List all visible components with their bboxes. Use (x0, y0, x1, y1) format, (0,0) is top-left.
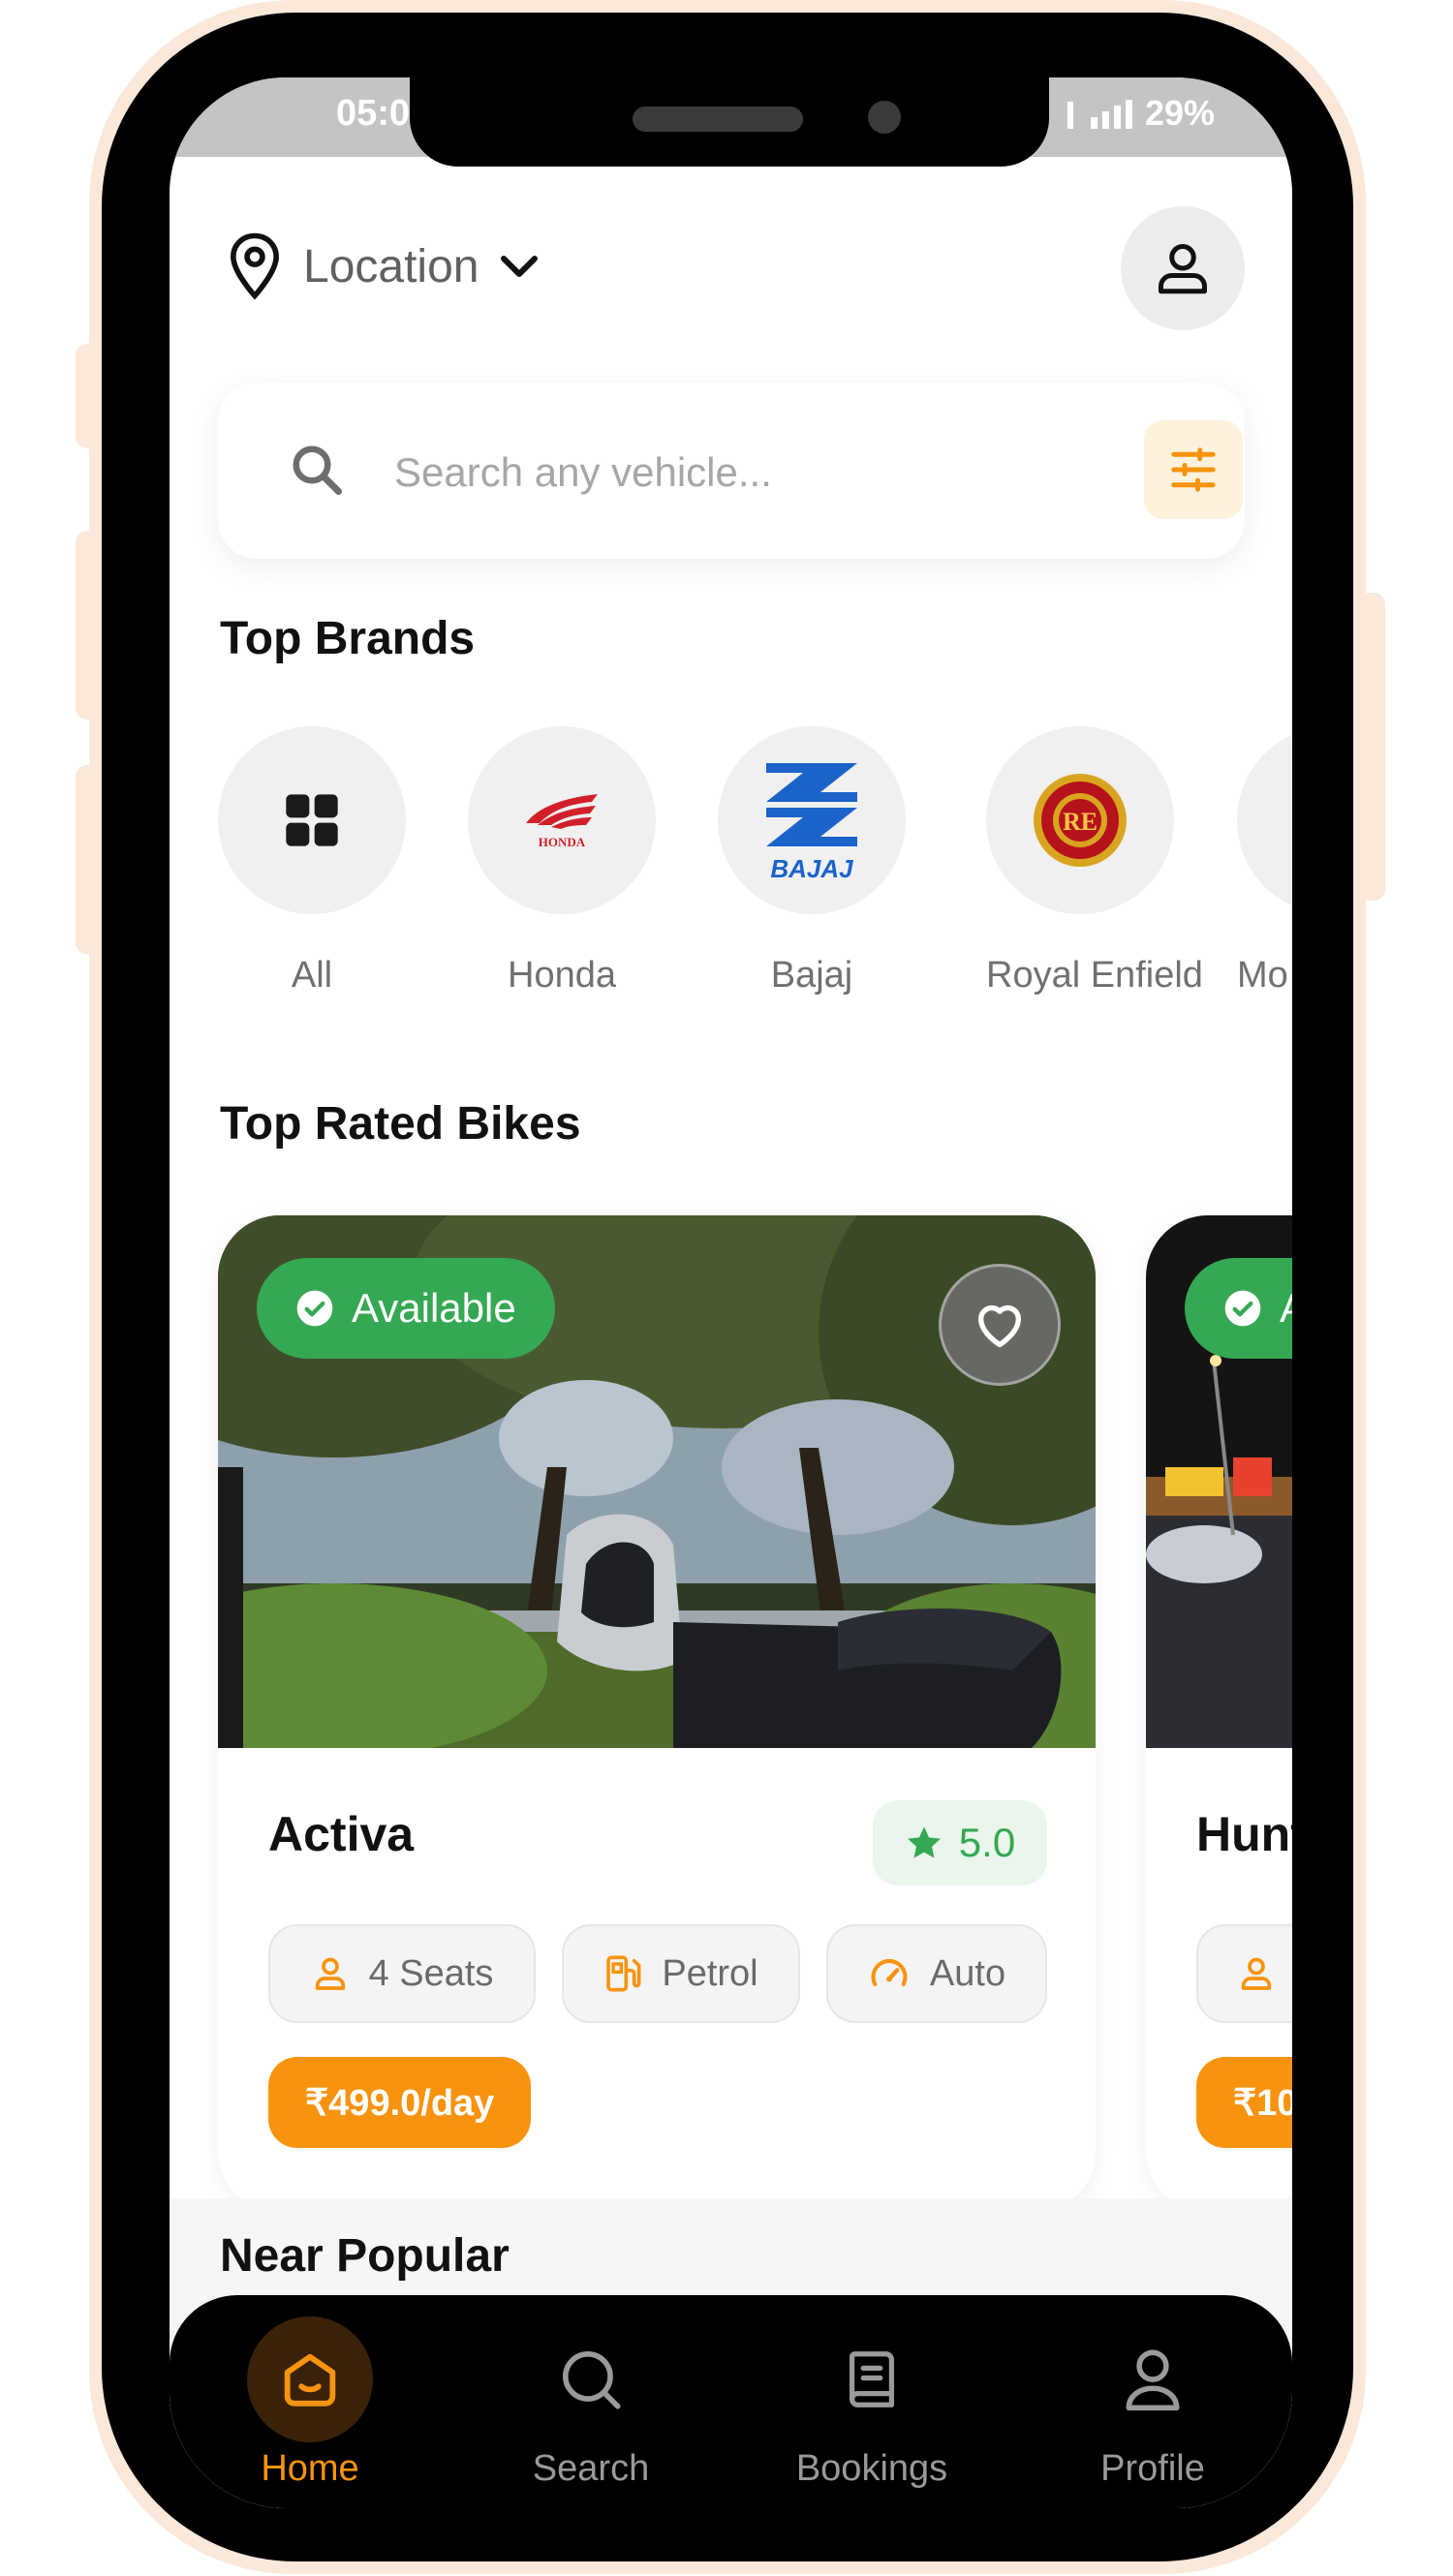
top-rated-title: Top Rated Bikes (220, 1098, 581, 1150)
chevron-down-icon (501, 256, 539, 277)
location-selector[interactable]: Location (228, 232, 539, 300)
brand-circle: BAJAJ (718, 726, 906, 914)
brand-honda[interactable]: HONDA Honda (468, 726, 656, 997)
availability-label: A (1280, 1285, 1292, 1332)
nav-bookings[interactable]: Bookings (731, 2295, 1012, 2508)
brand-label: All (291, 955, 333, 996)
front-camera (868, 101, 901, 134)
brand-circle: HONDA (468, 726, 656, 914)
search-input[interactable] (392, 439, 1055, 506)
near-popular-title: Near Popular (220, 2230, 510, 2282)
fuel-chip: Petrol (562, 1924, 800, 2023)
svg-text:HONDA: HONDA (539, 835, 586, 849)
signal-icon (1067, 100, 1132, 129)
profile-icon (1126, 2349, 1180, 2411)
power-button (1358, 593, 1385, 901)
nav-search[interactable]: Search (450, 2295, 731, 2508)
app-screen: 05:0 29% Location Search any vehicle... … (170, 77, 1292, 2508)
royal-enfield-logo: RE (1034, 774, 1127, 867)
volume-down-button (76, 765, 103, 954)
honda-logo: HONDA (526, 794, 598, 849)
brand-label: Honda (508, 955, 616, 996)
location-pin-icon (231, 232, 279, 300)
home-icon (284, 2353, 336, 2407)
sliders-icon (1171, 447, 1216, 492)
nav-label: Home (261, 2448, 359, 2489)
nav-icon-wrap (809, 2316, 935, 2442)
brand-label: Royal Enfield (986, 955, 1203, 996)
nav-profile[interactable]: Profile (1012, 2295, 1292, 2508)
brand-royal-enfield[interactable]: RE Royal Enfield (986, 726, 1203, 997)
brand-label: Mo (1237, 955, 1288, 996)
check-circle-icon (1224, 1290, 1261, 1327)
availability-label: Available (352, 1285, 516, 1331)
nav-home[interactable]: Home (170, 2295, 450, 2508)
seats-chip: 4 Seats (268, 1924, 536, 2023)
heart-icon (978, 1304, 1021, 1348)
nav-label: Profile (1100, 2448, 1205, 2489)
nav-icon-wrap (1090, 2316, 1216, 2442)
nav-icon-wrap (247, 2316, 373, 2442)
bookings-icon (849, 2351, 895, 2407)
bike-card[interactable]: Available Activa 5.0 4 Seats Petrol Auto… (218, 1215, 1096, 2213)
speaker-grille (633, 107, 803, 132)
brands-row: All HONDA Honda BAJAJ Bajaj RE Royal Enf… (218, 726, 1292, 1075)
transmission-label: Auto (929, 1952, 1006, 1994)
seats-label: 4 Seats (368, 1952, 494, 1994)
nav-label: Search (532, 2448, 650, 2489)
volume-up-button (76, 531, 103, 720)
favorite-button[interactable] (939, 1264, 1061, 1386)
transmission-chip: Auto (826, 1924, 1047, 2023)
brand-label: Bajaj (770, 955, 853, 996)
filter-button[interactable] (1144, 420, 1243, 519)
star-icon (907, 1826, 941, 1858)
location-label: Location (303, 240, 479, 292)
fuel-label: Petrol (662, 1952, 758, 1994)
silent-switch (76, 344, 103, 448)
nav-icon-wrap (528, 2316, 654, 2442)
brand-circle (218, 726, 406, 914)
profile-avatar-button[interactable] (1121, 206, 1245, 330)
seats-chip (1196, 1924, 1292, 2023)
top-brands-title: Top Brands (220, 613, 476, 664)
bike-card[interactable]: A Hunt ₹10 (1146, 1215, 1292, 2213)
brand-bajaj[interactable]: BAJAJ Bajaj (718, 726, 906, 997)
price-tag: ₹10 (1196, 2057, 1292, 2148)
status-right: 29% (1067, 93, 1215, 134)
svg-text:RE: RE (1063, 808, 1097, 836)
brand-circle (1237, 726, 1292, 914)
brand-more[interactable]: Mo (1237, 726, 1292, 997)
fuel-pump-icon (606, 1955, 641, 1992)
search-icon (563, 2351, 621, 2409)
rating-badge: 5.0 (873, 1800, 1047, 1886)
user-icon (315, 1957, 345, 1990)
availability-badge: A (1185, 1258, 1292, 1359)
search-icon (293, 445, 342, 495)
status-time: 05:0 (336, 93, 411, 134)
bottom-nav: Home Search Bookings Profile (170, 2295, 1292, 2508)
svg-text:BAJAJ: BAJAJ (770, 854, 853, 883)
search-bar (218, 383, 1245, 559)
nav-label: Bookings (795, 2448, 948, 2489)
brand-circle: RE (986, 726, 1174, 914)
rating-value: 5.0 (958, 1820, 1016, 1865)
grid-icon (286, 794, 338, 846)
price-tag: ₹499.0/day (268, 2057, 532, 2148)
bajaj-logo: BAJAJ (766, 763, 857, 883)
check-circle-icon (296, 1290, 333, 1327)
user-icon (1241, 1957, 1272, 1990)
battery-percent: 29% (1144, 93, 1215, 133)
brand-all[interactable]: All (218, 726, 406, 997)
availability-badge: Available (257, 1258, 555, 1359)
camera-notch (410, 77, 1049, 167)
bike-name: Hunt (1196, 1807, 1292, 1861)
bike-name: Activa (268, 1807, 415, 1861)
speedometer-icon (871, 1958, 908, 1987)
user-icon (1159, 244, 1207, 294)
